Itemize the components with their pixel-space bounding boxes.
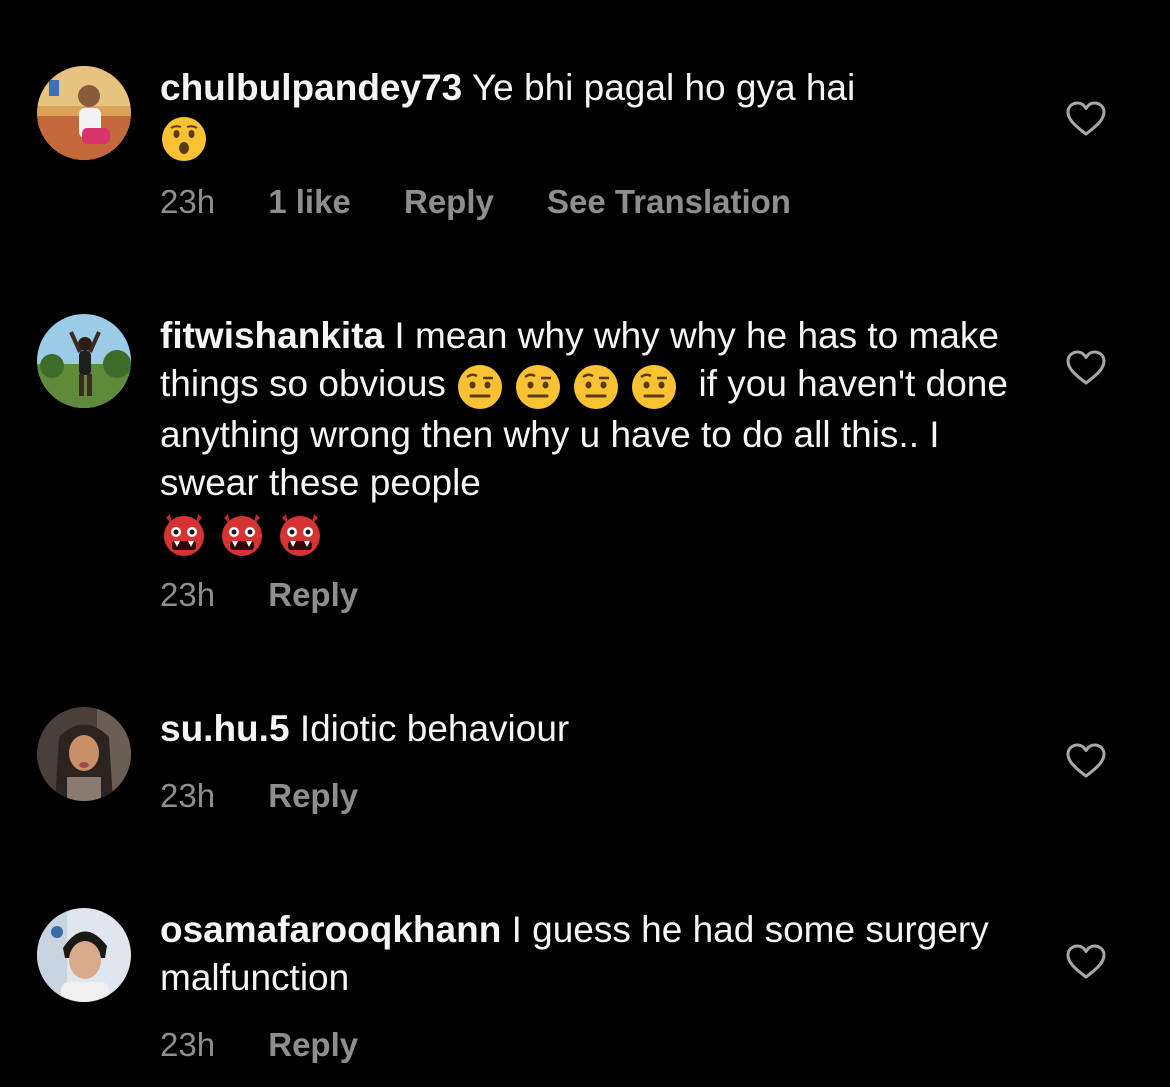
heart-icon[interactable] bbox=[1066, 350, 1106, 386]
reply-button[interactable]: Reply bbox=[268, 576, 358, 614]
comment-username[interactable]: chulbulpandey73 bbox=[160, 67, 462, 108]
raised-eyebrow-emoji bbox=[514, 363, 562, 411]
comment-meta: 23h Reply bbox=[160, 576, 402, 614]
likes-count-link[interactable]: 1 like bbox=[268, 183, 351, 221]
comment-timestamp: 23h bbox=[160, 183, 216, 220]
reply-button[interactable]: Reply bbox=[268, 777, 358, 815]
comment-username[interactable]: fitwishankita bbox=[160, 315, 384, 356]
comment-text: Ye bhi pagal ho gya hai bbox=[471, 67, 856, 108]
see-translation-button[interactable]: See Translation bbox=[547, 183, 791, 221]
raised-eyebrow-emoji bbox=[456, 363, 504, 411]
reply-button[interactable]: Reply bbox=[268, 1026, 358, 1064]
raised-eyebrow-emoji bbox=[630, 363, 678, 411]
avatar[interactable] bbox=[37, 707, 131, 801]
ogre-emoji bbox=[218, 510, 266, 558]
comment-meta: 23h 1 like Reply See Translation bbox=[160, 183, 835, 221]
ogre-emoji bbox=[160, 510, 208, 558]
raised-eyebrow-emoji bbox=[572, 363, 620, 411]
comment-timestamp: 23h bbox=[160, 576, 216, 613]
heart-icon[interactable] bbox=[1066, 101, 1106, 137]
avatar[interactable] bbox=[37, 66, 131, 160]
heart-icon[interactable] bbox=[1066, 743, 1106, 779]
heart-icon[interactable] bbox=[1066, 944, 1106, 980]
comment-timestamp: 23h bbox=[160, 777, 216, 814]
reply-button[interactable]: Reply bbox=[404, 183, 494, 221]
comment-username[interactable]: osamafarooqkhann bbox=[160, 909, 501, 950]
hushed-face-emoji bbox=[160, 115, 208, 163]
comment-username[interactable]: su.hu.5 bbox=[160, 708, 290, 749]
avatar[interactable] bbox=[37, 908, 131, 1002]
comment-meta: 23h Reply bbox=[160, 777, 402, 815]
comment-meta: 23h Reply bbox=[160, 1026, 402, 1064]
avatar[interactable] bbox=[37, 314, 131, 408]
emoji-group bbox=[456, 361, 688, 411]
ogre-emoji bbox=[276, 510, 324, 558]
comment-text: Idiotic behaviour bbox=[299, 708, 570, 749]
comment-timestamp: 23h bbox=[160, 1026, 216, 1063]
